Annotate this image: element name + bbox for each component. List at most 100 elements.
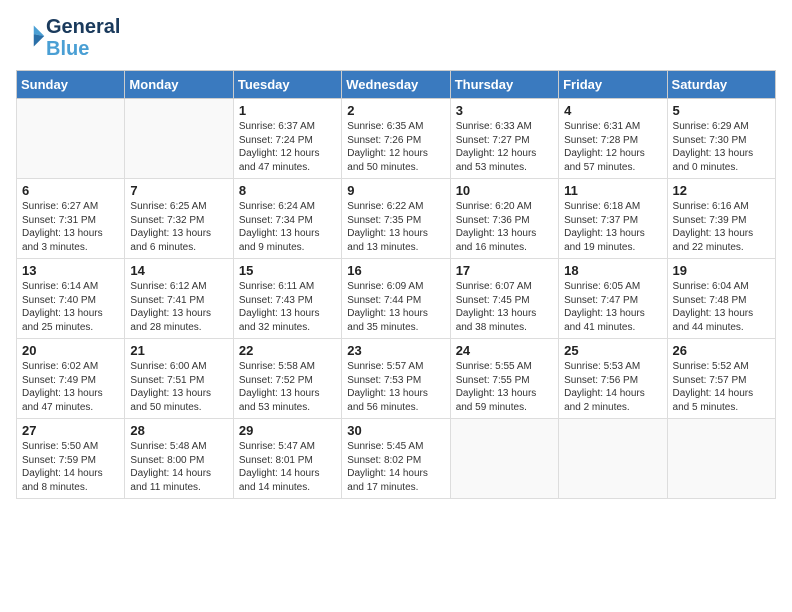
calendar-cell: 13 Sunrise: 6:14 AMSunset: 7:40 PMDayligh… <box>17 259 125 339</box>
day-info: Sunrise: 6:12 AMSunset: 7:41 PMDaylight:… <box>130 280 227 334</box>
day-info: Sunrise: 6:25 AMSunset: 7:32 PMDaylight:… <box>130 200 227 254</box>
day-number: 5 <box>673 103 770 118</box>
calendar-cell: 21 Sunrise: 6:00 AMSunset: 7:51 PMDayligh… <box>125 339 233 419</box>
day-number: 15 <box>239 263 336 278</box>
calendar-cell: 20 Sunrise: 6:02 AMSunset: 7:49 PMDayligh… <box>17 339 125 419</box>
day-number: 27 <box>22 423 119 438</box>
day-info: Sunrise: 6:09 AMSunset: 7:44 PMDaylight:… <box>347 280 444 334</box>
day-info: Sunrise: 5:50 AMSunset: 7:59 PMDaylight:… <box>22 440 119 494</box>
day-number: 13 <box>22 263 119 278</box>
calendar-cell: 23 Sunrise: 5:57 AMSunset: 7:53 PMDayligh… <box>342 339 450 419</box>
calendar-cell: 15 Sunrise: 6:11 AMSunset: 7:43 PMDayligh… <box>233 259 341 339</box>
calendar-week-row: 6 Sunrise: 6:27 AMSunset: 7:31 PMDaylight… <box>17 179 776 259</box>
day-number: 6 <box>22 183 119 198</box>
weekday-header: Friday <box>559 71 667 99</box>
day-number: 18 <box>564 263 661 278</box>
calendar-cell <box>17 99 125 179</box>
calendar-cell: 2Sunrise: 6:35 AMSunset: 7:26 PMDaylight… <box>342 99 450 179</box>
day-info: Sunrise: 6:18 AMSunset: 7:37 PMDaylight:… <box>564 200 661 254</box>
calendar-cell: 1 Sunrise: 6:37 AMSunset: 7:24 PMDaylight… <box>233 99 341 179</box>
day-info: Sunrise: 5:48 AMSunset: 8:00 PMDaylight:… <box>130 440 227 494</box>
weekday-header: Sunday <box>17 71 125 99</box>
calendar-cell: 30Sunrise: 5:45 AMSunset: 8:02 PMDayligh… <box>342 419 450 499</box>
day-number: 19 <box>673 263 770 278</box>
day-info: Sunrise: 6:27 AMSunset: 7:31 PMDaylight:… <box>22 200 119 254</box>
calendar-cell: 16 Sunrise: 6:09 AMSunset: 7:44 PMDayligh… <box>342 259 450 339</box>
logo: General Blue <box>16 16 120 60</box>
calendar-cell: 28 Sunrise: 5:48 AMSunset: 8:00 PMDayligh… <box>125 419 233 499</box>
calendar-cell: 3 Sunrise: 6:33 AMSunset: 7:27 PMDaylight… <box>450 99 558 179</box>
day-number: 26 <box>673 343 770 358</box>
calendar-week-row: 1 Sunrise: 6:37 AMSunset: 7:24 PMDaylight… <box>17 99 776 179</box>
day-info: Sunrise: 6:29 AMSunset: 7:30 PMDaylight:… <box>673 120 770 174</box>
day-info: Sunrise: 6:05 AMSunset: 7:47 PMDaylight:… <box>564 280 661 334</box>
calendar-cell: 25 Sunrise: 5:53 AMSunset: 7:56 PMDayligh… <box>559 339 667 419</box>
day-info: Sunrise: 6:22 AMSunset: 7:35 PMDaylight:… <box>347 200 444 254</box>
day-number: 10 <box>456 183 553 198</box>
day-number: 4 <box>564 103 661 118</box>
calendar-cell: 29 Sunrise: 5:47 AMSunset: 8:01 PMDayligh… <box>233 419 341 499</box>
day-number: 22 <box>239 343 336 358</box>
day-info: Sunrise: 6:16 AMSunset: 7:39 PMDaylight:… <box>673 200 770 254</box>
calendar-cell <box>125 99 233 179</box>
day-info: Sunrise: 5:58 AMSunset: 7:52 PMDaylight:… <box>239 360 336 414</box>
page-header: General Blue <box>16 16 776 60</box>
day-number: 29 <box>239 423 336 438</box>
day-number: 28 <box>130 423 227 438</box>
day-info: Sunrise: 5:57 AMSunset: 7:53 PMDaylight:… <box>347 360 444 414</box>
day-number: 23 <box>347 343 444 358</box>
day-number: 1 <box>239 103 336 118</box>
weekday-header: Wednesday <box>342 71 450 99</box>
logo-line2: Blue <box>46 38 120 60</box>
weekday-header: Tuesday <box>233 71 341 99</box>
calendar-cell: 4 Sunrise: 6:31 AMSunset: 7:28 PMDaylight… <box>559 99 667 179</box>
day-number: 8 <box>239 183 336 198</box>
calendar-cell: 6 Sunrise: 6:27 AMSunset: 7:31 PMDaylight… <box>17 179 125 259</box>
day-number: 20 <box>22 343 119 358</box>
day-info: Sunrise: 5:52 AMSunset: 7:57 PMDaylight:… <box>673 360 770 414</box>
day-number: 9 <box>347 183 444 198</box>
calendar-week-row: 27 Sunrise: 5:50 AMSunset: 7:59 PMDayligh… <box>17 419 776 499</box>
day-number: 21 <box>130 343 227 358</box>
calendar-cell: 12 Sunrise: 6:16 AMSunset: 7:39 PMDayligh… <box>667 179 775 259</box>
weekday-header: Monday <box>125 71 233 99</box>
calendar-cell <box>450 419 558 499</box>
calendar-cell <box>667 419 775 499</box>
day-info: Sunrise: 6:37 AMSunset: 7:24 PMDaylight:… <box>239 120 336 174</box>
day-number: 3 <box>456 103 553 118</box>
day-info: Sunrise: 5:55 AMSunset: 7:55 PMDaylight:… <box>456 360 553 414</box>
day-info: Sunrise: 6:20 AMSunset: 7:36 PMDaylight:… <box>456 200 553 254</box>
logo-line1: General <box>46 16 120 38</box>
calendar-cell: 27 Sunrise: 5:50 AMSunset: 7:59 PMDayligh… <box>17 419 125 499</box>
calendar-cell: 24Sunrise: 5:55 AMSunset: 7:55 PMDayligh… <box>450 339 558 419</box>
day-info: Sunrise: 5:53 AMSunset: 7:56 PMDaylight:… <box>564 360 661 414</box>
day-number: 17 <box>456 263 553 278</box>
day-info: Sunrise: 6:04 AMSunset: 7:48 PMDaylight:… <box>673 280 770 334</box>
calendar-cell: 17Sunrise: 6:07 AMSunset: 7:45 PMDayligh… <box>450 259 558 339</box>
calendar-cell: 7 Sunrise: 6:25 AMSunset: 7:32 PMDaylight… <box>125 179 233 259</box>
day-info: Sunrise: 6:00 AMSunset: 7:51 PMDaylight:… <box>130 360 227 414</box>
day-number: 12 <box>673 183 770 198</box>
calendar: SundayMondayTuesdayWednesdayThursdayFrid… <box>16 70 776 499</box>
day-number: 30 <box>347 423 444 438</box>
logo-icon <box>18 22 46 50</box>
day-number: 2 <box>347 103 444 118</box>
day-info: Sunrise: 6:11 AMSunset: 7:43 PMDaylight:… <box>239 280 336 334</box>
calendar-week-row: 13 Sunrise: 6:14 AMSunset: 7:40 PMDayligh… <box>17 259 776 339</box>
calendar-cell: 19 Sunrise: 6:04 AMSunset: 7:48 PMDayligh… <box>667 259 775 339</box>
day-info: Sunrise: 6:14 AMSunset: 7:40 PMDaylight:… <box>22 280 119 334</box>
calendar-cell: 11Sunrise: 6:18 AMSunset: 7:37 PMDayligh… <box>559 179 667 259</box>
calendar-cell: 22 Sunrise: 5:58 AMSunset: 7:52 PMDayligh… <box>233 339 341 419</box>
calendar-cell: 9 Sunrise: 6:22 AMSunset: 7:35 PMDaylight… <box>342 179 450 259</box>
day-number: 25 <box>564 343 661 358</box>
day-number: 14 <box>130 263 227 278</box>
day-info: Sunrise: 6:02 AMSunset: 7:49 PMDaylight:… <box>22 360 119 414</box>
header-row: SundayMondayTuesdayWednesdayThursdayFrid… <box>17 71 776 99</box>
day-info: Sunrise: 6:33 AMSunset: 7:27 PMDaylight:… <box>456 120 553 174</box>
day-number: 7 <box>130 183 227 198</box>
day-number: 16 <box>347 263 444 278</box>
day-info: Sunrise: 6:31 AMSunset: 7:28 PMDaylight:… <box>564 120 661 174</box>
day-info: Sunrise: 5:47 AMSunset: 8:01 PMDaylight:… <box>239 440 336 494</box>
calendar-cell: 5 Sunrise: 6:29 AMSunset: 7:30 PMDaylight… <box>667 99 775 179</box>
day-info: Sunrise: 6:24 AMSunset: 7:34 PMDaylight:… <box>239 200 336 254</box>
